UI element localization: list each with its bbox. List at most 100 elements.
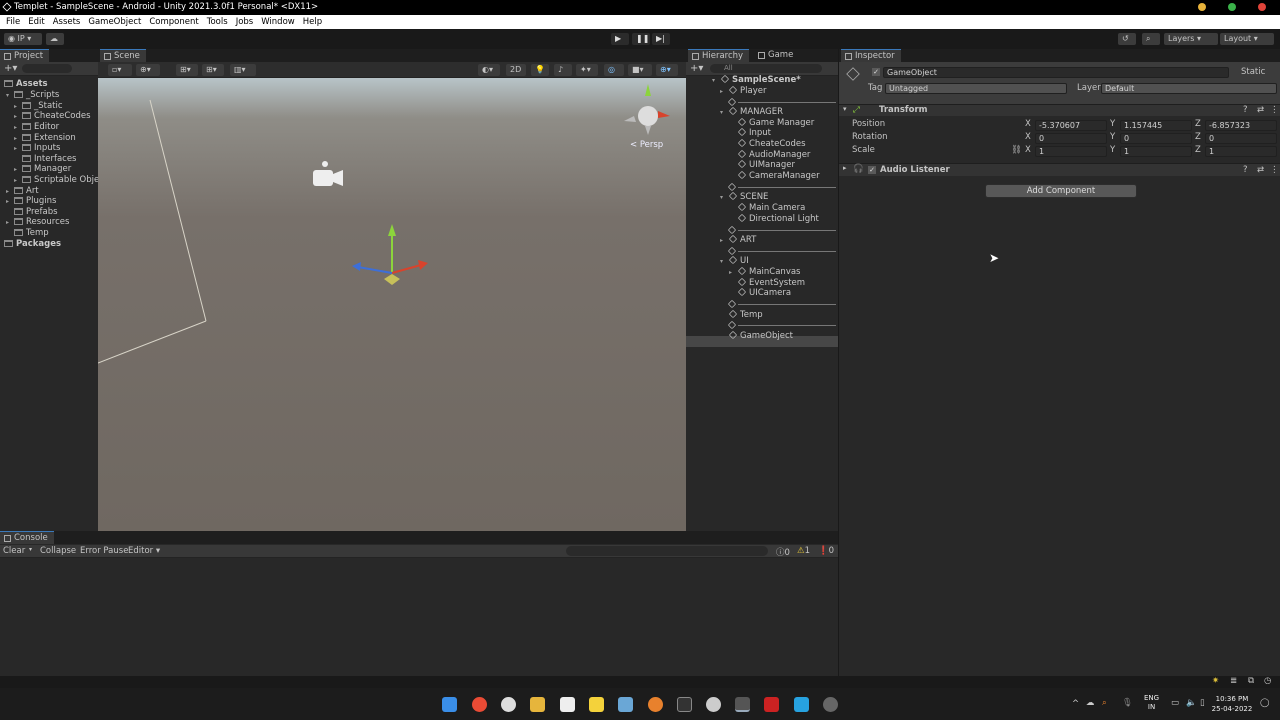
hierarchy-search-input[interactable]: All [710,64,822,73]
layers-dropdown[interactable]: Layers ▾ [1164,33,1218,45]
layer-dropdown[interactable]: Default [1101,83,1277,94]
preset-icon[interactable]: ⇄ [1257,165,1264,175]
play-button[interactable]: ▶ [611,33,629,45]
blender-icon[interactable] [648,697,663,712]
step-button[interactable]: ▶| [652,33,670,45]
language-indicator[interactable]: ENG IN [1144,694,1159,712]
position-field[interactable]: 1.157445 [1120,120,1192,131]
layout-dropdown[interactable]: Layout ▾ [1220,33,1274,45]
notification-icon[interactable]: ◯ [1260,698,1270,708]
gizmos-icon[interactable]: ⊕▾ [656,64,678,76]
foldout-arrow-icon[interactable]: ▸ [843,164,847,172]
audio-listener-header[interactable]: ▸ 🎧 ✓ Audio Listener ? ⇄ ⋮ [839,163,1280,176]
shading-mode-icon[interactable]: ◐▾ [478,64,500,76]
foldout-arrow-icon[interactable]: ▸ [720,236,723,247]
microphone-icon[interactable]: 🎙 [1122,698,1133,708]
menu-tools[interactable]: Tools [203,17,232,27]
add-icon[interactable]: +▾ [690,63,703,74]
hierarchy-item[interactable]: CheateCodes [737,138,806,150]
warning-count-button[interactable]: ⚠1 [797,546,810,556]
hierarchy-item[interactable]: ▸ MainCanvas [729,266,801,278]
volume-icon[interactable]: 🔈 [1186,698,1197,708]
foldout-arrow-icon[interactable]: ▾ [843,105,847,113]
scale-field[interactable]: 1 [1205,146,1277,157]
recorder-icon[interactable] [764,697,779,712]
menu-jobs[interactable]: Jobs [232,17,258,27]
separator-gameobject-icon[interactable] [727,182,737,192]
hierarchy-item[interactable]: Temp [728,309,763,321]
axis-label[interactable]: X [1025,145,1031,156]
foldout-arrow-icon[interactable]: ▸ [6,197,9,208]
hierarchy-item[interactable]: ▸ ART [720,234,756,246]
axis-label[interactable]: Y [1110,145,1115,156]
position-field[interactable]: -5.370607 [1035,120,1107,131]
project-folder-item[interactable]: ▸ Inputs [14,143,60,154]
scale-field[interactable]: 1 [1035,146,1107,157]
light-icon[interactable]: ✷ [1212,676,1219,686]
notion-icon[interactable] [560,697,575,712]
effects-icon[interactable]: ✦▾ [576,64,598,76]
foldout-arrow-icon[interactable]: ▸ [729,268,732,279]
file-explorer-icon[interactable] [530,697,545,712]
foldout-arrow-icon[interactable]: ▸ [14,134,17,145]
axis-label[interactable]: Z [1195,119,1201,130]
menu-edit[interactable]: Edit [24,17,48,27]
audio-icon[interactable]: ♪ [554,64,572,76]
hierarchy-item[interactable]: ▾ SampleScene* [712,74,801,86]
foldout-arrow-icon[interactable]: ▾ [6,91,9,102]
tab-inspector[interactable]: Inspector [841,49,901,62]
foldout-arrow-icon[interactable]: ▸ [6,187,9,198]
project-folder-item[interactable]: ▸ Scriptable Obje [14,175,99,186]
foldout-arrow-icon[interactable]: ▸ [720,87,723,98]
hierarchy-item[interactable]: ▾ UI [720,255,749,267]
maximize-button[interactable] [1228,3,1236,11]
project-folder-item[interactable]: ▸ Extension [14,133,76,144]
axis-label[interactable]: Z [1195,145,1201,156]
help-icon[interactable]: ? [1243,105,1248,115]
transform-header[interactable]: ▾ ⤢ Transform ? ⇄ ⋮ [839,104,1280,116]
battery-icon[interactable]: ▯ [1200,698,1205,708]
menu-help[interactable]: Help [299,17,326,27]
tab-scene[interactable]: Scene [100,49,146,62]
project-folder-item[interactable]: ▾ _Scripts [6,90,59,101]
foldout-arrow-icon[interactable]: ▸ [14,123,17,134]
project-search-input[interactable] [22,64,72,73]
cloud-icon[interactable]: ☁ [46,33,64,45]
slack-icon[interactable] [501,697,516,712]
close-button[interactable] [1258,3,1266,11]
hierarchy-item[interactable]: Directional Light [737,213,819,225]
foldout-arrow-icon[interactable]: ▸ [14,144,17,155]
github-icon[interactable] [823,697,838,712]
project-folder-item[interactable]: Temp [14,228,49,239]
foldout-arrow-icon[interactable]: ▾ [712,76,715,87]
hierarchy-item[interactable]: AudioManager [737,149,810,161]
windows-start-icon[interactable] [442,697,457,712]
foldout-arrow-icon[interactable]: ▸ [14,102,17,113]
hierarchy-item[interactable]: ▸ Player [720,85,766,97]
onedrive-icon[interactable]: ☁ [1086,698,1095,708]
account-dropdown[interactable]: ◉ IP ▾ [4,33,42,45]
tab-project[interactable]: Project [0,49,50,62]
hierarchy-item[interactable]: Main Camera [737,202,805,214]
project-folder-item[interactable]: ▸ _Static [14,101,63,112]
store-icon[interactable] [794,697,809,712]
axis-label[interactable]: Y [1110,132,1115,143]
rotation-field[interactable]: 0 [1120,133,1192,144]
collapse-button[interactable]: Collapse [40,546,76,556]
axis-label[interactable]: Z [1195,132,1201,143]
history-icon[interactable]: ↺ [1118,33,1136,45]
network-icon[interactable]: ▭ [1171,698,1179,708]
perspective-label[interactable]: < Persp [630,140,663,150]
error-count-button[interactable]: ❗0 [818,546,834,556]
foldout-arrow-icon[interactable]: ▸ [14,176,17,187]
error-pause-button[interactable]: Error Pause [80,546,128,556]
console-search-input[interactable] [566,546,768,556]
position-field[interactable]: -6.857323 [1205,120,1277,131]
hierarchy-item[interactable]: Input [737,127,771,139]
foldout-arrow-icon[interactable]: ▾ [720,108,723,119]
project-folder-item[interactable]: ▸ CheateCodes [14,111,91,122]
progress-icon[interactable]: ◷ [1264,676,1271,686]
foldout-arrow-icon[interactable]: ▾ [720,193,723,204]
add-icon[interactable]: +▾ [4,63,17,74]
more-icon[interactable]: ⋮ [1270,165,1279,175]
